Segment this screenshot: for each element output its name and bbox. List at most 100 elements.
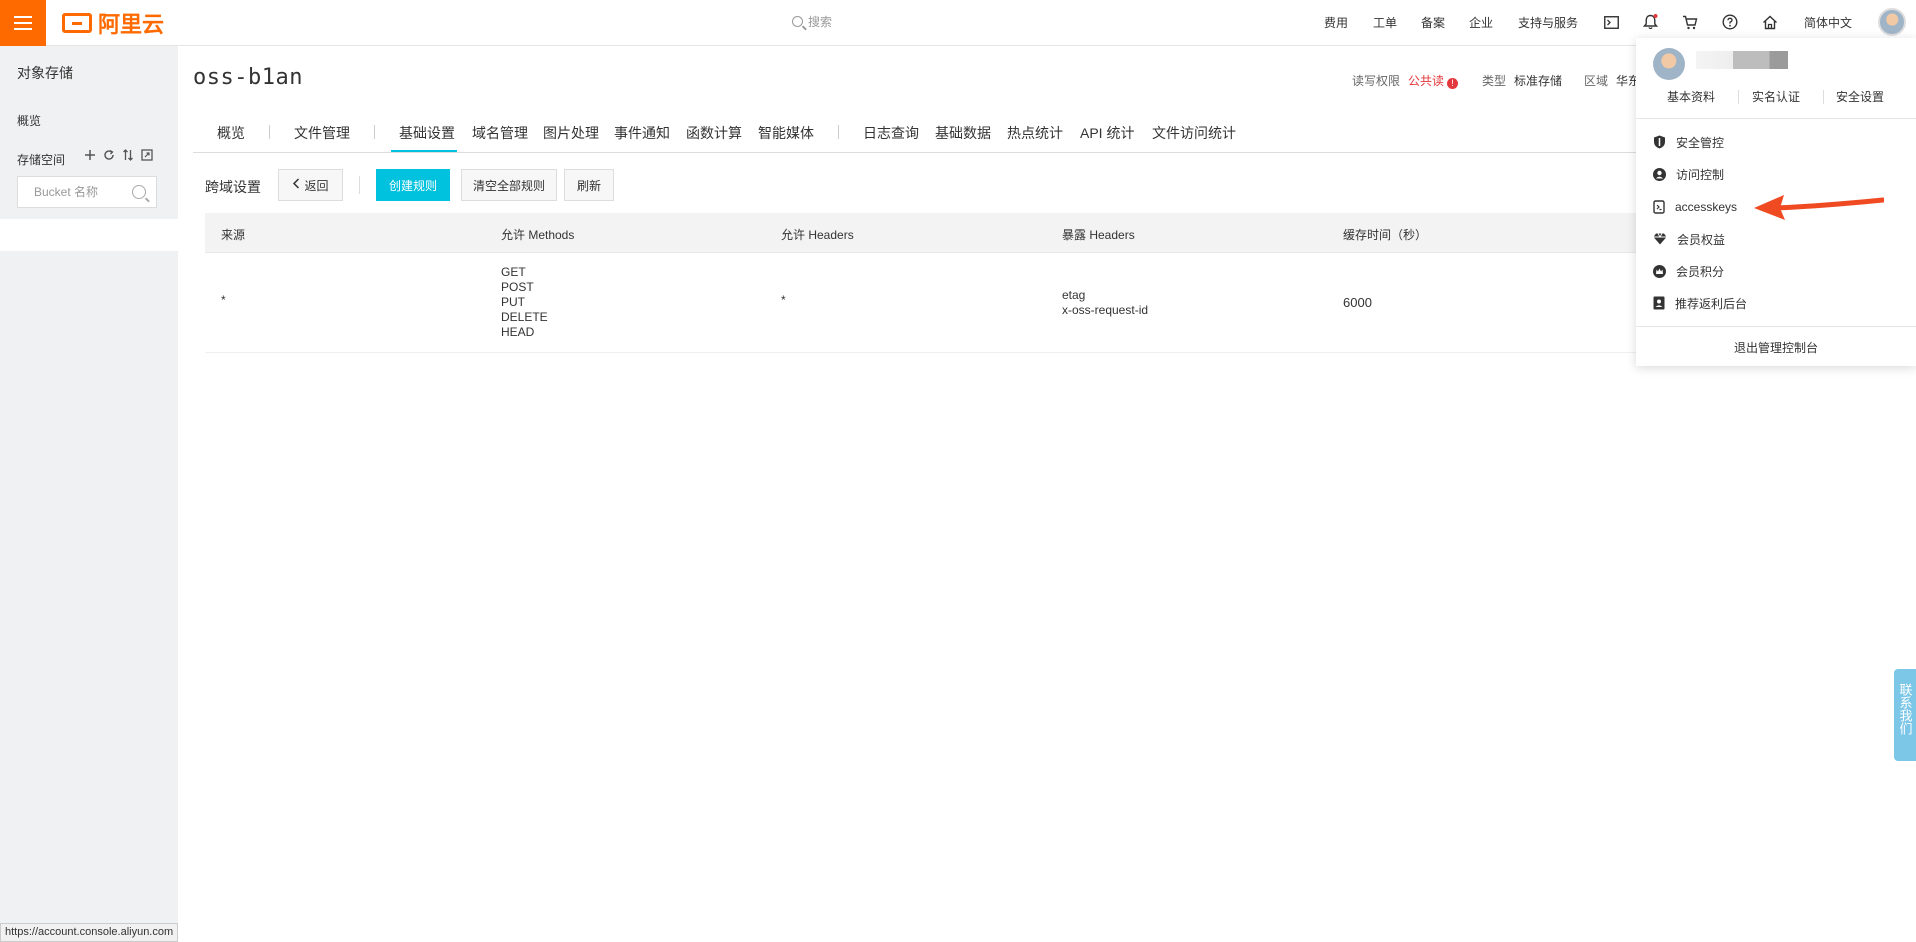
- cors-rules-table: 来源 允许 Methods 允许 Headers 暴露 Headers 缓存时间…: [205, 213, 1640, 353]
- cell-methods: GET POST PUT DELETE HEAD: [501, 265, 548, 340]
- language-switch[interactable]: 简体中文: [1804, 14, 1852, 31]
- tab-basic-settings[interactable]: 基础设置: [399, 123, 455, 143]
- method-item: PUT: [501, 295, 525, 309]
- nav-billing[interactable]: 费用: [1324, 14, 1348, 31]
- contact-us-button[interactable]: 联系我们: [1894, 669, 1916, 761]
- dropdown-item-label: accesskeys: [1675, 200, 1738, 214]
- aliyun-logo[interactable]: 阿里云: [62, 10, 165, 38]
- shield-icon: [1654, 135, 1665, 149]
- column-header: 缓存时间（秒）: [1343, 228, 1428, 242]
- column-header: 允许 Methods: [501, 228, 575, 242]
- cell-source: *: [221, 293, 226, 307]
- search-icon[interactable]: [132, 185, 146, 199]
- tab-hotspot-stats[interactable]: 热点统计: [1007, 123, 1063, 143]
- security-settings-link[interactable]: 安全设置: [1836, 88, 1884, 105]
- global-search[interactable]: 搜索: [792, 13, 832, 30]
- cell-allow-headers: *: [781, 293, 786, 307]
- dropdown-item-referral-rebate[interactable]: 推荐返利后台: [1653, 293, 1747, 313]
- dropdown-item-accesskeys[interactable]: accesskeys: [1653, 197, 1737, 217]
- bell-icon[interactable]: [1641, 13, 1659, 31]
- table-row: * GET POST PUT DELETE HEAD * etag x-oss-…: [205, 253, 1640, 353]
- back-button[interactable]: 返回: [278, 169, 343, 201]
- tab-function-compute[interactable]: 函数计算: [686, 123, 742, 143]
- status-bar-url: https://account.console.aliyun.com: [0, 923, 179, 942]
- type-meta: 类型 标准存储: [1482, 72, 1562, 89]
- aliyun-logo-icon: [62, 13, 92, 33]
- cell-cache-time: 6000: [1343, 295, 1372, 310]
- contact-us-label: 联系我们: [1897, 683, 1913, 735]
- add-bucket-icon[interactable]: [84, 149, 96, 161]
- tab-api-stats[interactable]: API 统计: [1080, 123, 1134, 143]
- dropdown-item-label: 访问控制: [1676, 167, 1725, 182]
- nav-enterprise[interactable]: 企业: [1469, 14, 1493, 31]
- tab-image-processing[interactable]: 图片处理: [543, 123, 599, 143]
- home-icon[interactable]: [1761, 13, 1779, 31]
- terminal-icon[interactable]: [1602, 13, 1620, 31]
- search-placeholder: 搜索: [808, 15, 833, 29]
- region-meta: 区域 华东: [1584, 72, 1640, 89]
- dropdown-item-security-control[interactable]: 安全管控: [1653, 132, 1724, 152]
- tab-file-management[interactable]: 文件管理: [294, 123, 350, 143]
- username-redacted: [1696, 51, 1788, 69]
- tab-basic-data[interactable]: 基础数据: [935, 123, 991, 143]
- diamond-icon: [1653, 233, 1667, 245]
- cart-icon[interactable]: [1681, 13, 1699, 31]
- chevron-left-icon: [292, 178, 300, 192]
- dropdown-item-member-benefits[interactable]: 会员权益: [1653, 229, 1725, 249]
- tab-divider: [838, 125, 839, 139]
- expand-icon[interactable]: [141, 149, 153, 161]
- tab-domain-management[interactable]: 域名管理: [472, 123, 528, 143]
- type-label: 类型: [1482, 74, 1507, 88]
- real-name-auth-link[interactable]: 实名认证: [1752, 88, 1800, 105]
- table-header: 来源 允许 Methods 允许 Headers 暴露 Headers 缓存时间…: [205, 213, 1640, 253]
- sidebar-item-overview[interactable]: 概览: [17, 112, 41, 129]
- tab-log-query[interactable]: 日志查询: [863, 123, 919, 143]
- basic-profile-link[interactable]: 基本资料: [1667, 88, 1715, 105]
- bucket-name: oss-b1an: [193, 65, 303, 90]
- logout-button[interactable]: 退出管理控制台: [1636, 339, 1916, 356]
- back-button-label: 返回: [304, 178, 329, 193]
- sort-icon[interactable]: [122, 149, 134, 161]
- tab-overview[interactable]: 概览: [217, 123, 245, 143]
- refresh-button[interactable]: 刷新: [564, 169, 614, 201]
- annotation-arrow-icon: [1754, 195, 1884, 220]
- dropdown-item-label: 安全管控: [1676, 135, 1725, 150]
- help-icon[interactable]: [1721, 13, 1739, 31]
- expose-header-item: x-oss-request-id: [1062, 303, 1149, 317]
- logo-text: 阿里云: [98, 13, 165, 38]
- top-bar: 阿里云 搜索 费用 工单 备案 企业 支持与服务 简体中文: [0, 0, 1916, 46]
- tab-divider: [269, 125, 270, 139]
- cell-expose-headers: etag x-oss-request-id: [1062, 288, 1148, 318]
- dropdown-divider: [1636, 118, 1916, 119]
- section-title: 跨域设置: [205, 179, 261, 195]
- tab-file-access-stats[interactable]: 文件访问统计: [1152, 123, 1236, 143]
- link-divider: [1738, 90, 1739, 104]
- column-header: 允许 Headers: [781, 228, 854, 242]
- clear-all-rules-button[interactable]: 清空全部规则: [461, 169, 557, 201]
- tab-intelligent-media[interactable]: 智能媒体: [758, 123, 814, 143]
- tab-event-notification[interactable]: 事件通知: [614, 123, 670, 143]
- method-item: DELETE: [501, 310, 548, 324]
- crown-icon: [1653, 264, 1666, 278]
- selected-bucket-row[interactable]: [0, 219, 178, 251]
- warning-icon[interactable]: !: [1447, 78, 1459, 89]
- dropdown-item-access-control[interactable]: 访问控制: [1653, 164, 1724, 184]
- nav-ticket[interactable]: 工单: [1373, 14, 1397, 31]
- dropdown-item-label: 会员积分: [1676, 264, 1725, 279]
- dropdown-item-member-points[interactable]: 会员积分: [1653, 261, 1724, 281]
- user-avatar[interactable]: [1878, 8, 1906, 36]
- active-tab-indicator: [391, 150, 457, 152]
- method-item: GET: [501, 265, 526, 279]
- sidebar-title: 对象存储: [17, 65, 73, 81]
- method-item: HEAD: [501, 325, 535, 339]
- method-item: POST: [501, 280, 534, 294]
- column-header: 暴露 Headers: [1062, 228, 1135, 242]
- storage-space-label: 存储空间: [17, 153, 66, 167]
- nav-support[interactable]: 支持与服务: [1518, 14, 1578, 31]
- refresh-icon[interactable]: [103, 149, 115, 161]
- nav-icp[interactable]: 备案: [1421, 14, 1445, 31]
- create-rule-button[interactable]: 创建规则: [376, 169, 450, 201]
- user-icon: [1653, 167, 1666, 181]
- hamburger-menu-button[interactable]: [0, 0, 46, 46]
- contact-card-icon: [1653, 296, 1665, 310]
